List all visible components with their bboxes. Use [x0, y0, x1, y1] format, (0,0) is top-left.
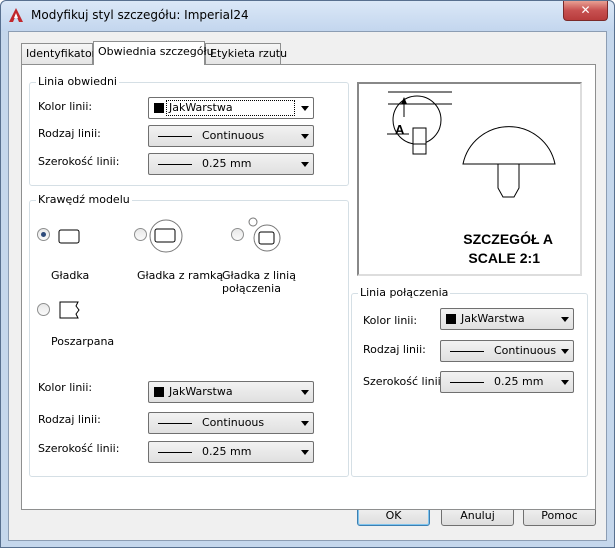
color-swatch	[154, 387, 164, 397]
connection-lineweight-select[interactable]: 0.25 mm	[440, 371, 574, 393]
connection-color-select[interactable]: JakWarstwa	[440, 308, 574, 330]
outline-lineweight-label: Szerokość linii:	[38, 155, 120, 168]
outline-color-label: Kolor linii:	[38, 100, 93, 113]
radio-jagged[interactable]	[37, 303, 50, 316]
dialog-window: Modyfikuj styl szczegółu: Imperial24 ✕ I…	[0, 0, 615, 548]
connection-group-title: Linia połączenia	[358, 286, 451, 299]
linetype-sample	[158, 136, 192, 137]
close-button[interactable]: ✕	[563, 1, 608, 21]
chevron-down-icon	[301, 421, 309, 426]
radio-smooth[interactable]	[37, 228, 50, 241]
detail-scale: SCALE 2:1	[468, 250, 540, 266]
lineweight-sample	[158, 452, 192, 453]
connection-color-label: Kolor linii:	[363, 314, 418, 327]
smooth-with-connection-label-1: Gładka z linią	[222, 269, 296, 282]
detail-title: SZCZEGÓŁ A	[463, 231, 553, 247]
linetype-sample	[450, 351, 484, 352]
chevron-down-icon	[561, 349, 569, 354]
model-lineweight-value: 0.25 mm	[202, 445, 252, 458]
outline-linetype-select[interactable]: Continuous	[148, 125, 314, 147]
model-color-value: JakWarstwa	[169, 385, 233, 398]
outline-color-select[interactable]: JakWarstwa	[148, 97, 314, 119]
outline-lineweight-select[interactable]: 0.25 mm	[148, 153, 314, 175]
window-title: Modyfikuj styl szczegółu: Imperial24	[31, 8, 249, 22]
tab-obwiednia-szczegolu[interactable]: Obwiednia szczegółu	[93, 41, 214, 65]
callout-letter: A	[395, 122, 405, 137]
connection-lineweight-label: Szerokość linii:	[363, 375, 445, 388]
connection-line-group: Linia połączenia Kolor linii: JakWarstwa…	[351, 286, 588, 477]
chevron-down-icon	[301, 106, 309, 111]
outline-linetype-value: Continuous	[202, 129, 265, 142]
chevron-down-icon	[301, 390, 309, 395]
model-edge-group: Krawędź modelu Gładka Gładka z ramką Gła…	[29, 193, 349, 477]
chevron-down-icon	[561, 317, 569, 322]
color-swatch	[154, 103, 164, 113]
dialog-client-area: Identyfikator Obwiednia szczegółu Etykie…	[8, 31, 607, 541]
model-linetype-label: Rodzaj linii:	[38, 413, 101, 426]
lineweight-sample	[158, 164, 192, 165]
connection-color-value: JakWarstwa	[461, 312, 525, 325]
model-lineweight-select[interactable]: 0.25 mm	[148, 441, 314, 463]
smooth-edge-icon	[58, 229, 80, 244]
outline-linetype-label: Rodzaj linii:	[38, 127, 101, 140]
connection-linetype-value: Continuous	[494, 344, 557, 357]
chevron-down-icon	[561, 380, 569, 385]
jagged-edge-icon	[59, 301, 80, 319]
model-color-label: Kolor linii:	[38, 381, 93, 394]
smooth-with-connection-label-2: połączenia	[222, 282, 281, 295]
detail-preview: A SZCZEGÓŁ A SCALE 2:1	[357, 82, 582, 276]
autocad-logo-icon	[9, 8, 23, 22]
title-bar[interactable]: Modyfikuj styl szczegółu: Imperial24 ✕	[1, 1, 614, 31]
chevron-down-icon	[301, 450, 309, 455]
model-color-select[interactable]: JakWarstwa	[148, 381, 314, 403]
chevron-down-icon	[301, 134, 309, 139]
tab-identyfikator[interactable]: Identyfikator	[21, 43, 96, 64]
model-linetype-select[interactable]: Continuous	[148, 412, 314, 434]
connection-linetype-select[interactable]: Continuous	[440, 340, 574, 362]
lineweight-sample	[450, 382, 484, 383]
model-lineweight-label: Szerokość linii:	[38, 442, 120, 455]
outline-group-title: Linia obwiedni	[36, 75, 119, 88]
tab-etykieta-rzutu[interactable]: Etykieta rzutu	[205, 43, 287, 64]
connection-lineweight-value: 0.25 mm	[494, 375, 544, 388]
smooth-with-connection-icon	[248, 217, 281, 252]
smooth-with-border-icon	[149, 219, 183, 253]
focus-rect	[166, 100, 295, 116]
model-edge-group-title: Krawędź modelu	[36, 193, 132, 206]
outline-line-group: Linia obwiedni Kolor linii: JakWarstwa R…	[29, 75, 349, 186]
chevron-down-icon	[301, 162, 309, 167]
linetype-sample	[158, 423, 192, 424]
jagged-label: Poszarpana	[51, 335, 115, 348]
tab-panel: Linia obwiedni Kolor linii: JakWarstwa R…	[21, 64, 596, 510]
model-linetype-value: Continuous	[202, 416, 265, 429]
smooth-with-border-label: Gładka z ramką	[137, 269, 224, 282]
outline-lineweight-value: 0.25 mm	[202, 157, 252, 170]
color-swatch	[446, 314, 456, 324]
connection-linetype-label: Rodzaj linii:	[363, 343, 426, 356]
radio-smooth-with-border[interactable]	[134, 228, 147, 241]
smooth-label: Gładka	[51, 269, 90, 282]
radio-smooth-with-connection[interactable]	[231, 228, 244, 241]
